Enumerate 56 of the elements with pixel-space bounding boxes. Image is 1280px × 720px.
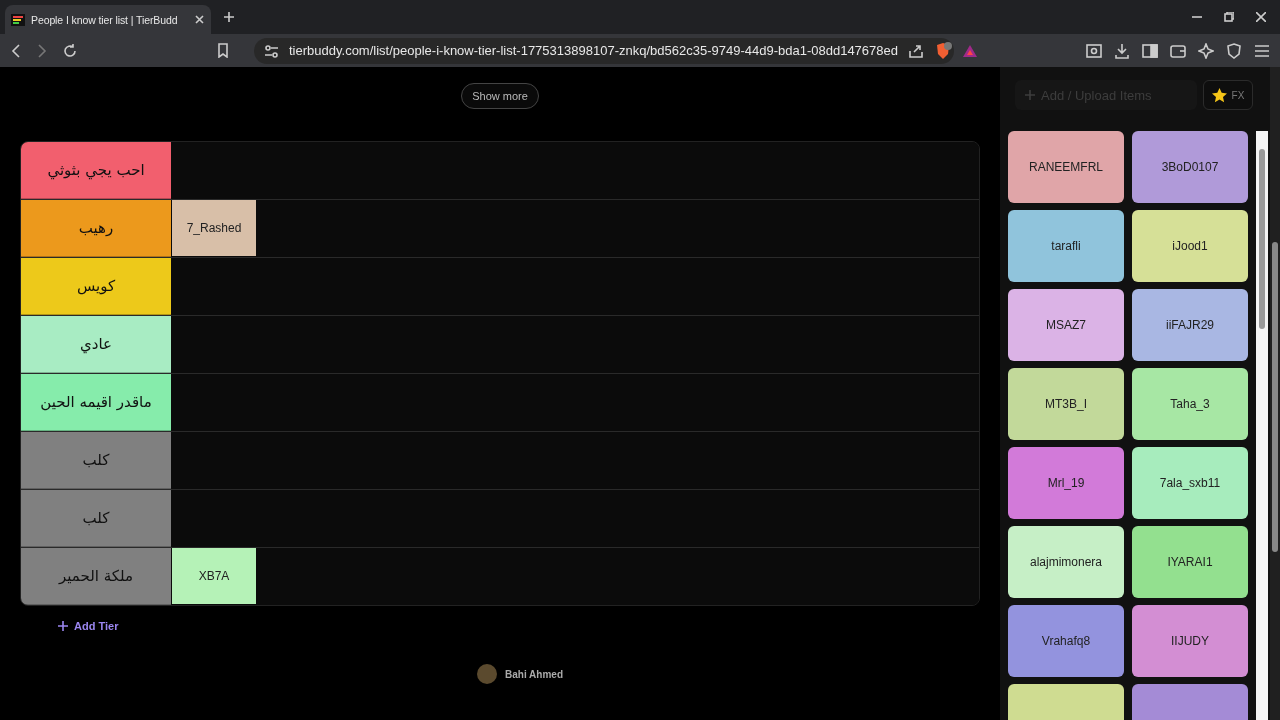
restore-icon[interactable] [1224, 12, 1234, 22]
star-icon [1211, 87, 1227, 103]
item-card[interactable]: IIJUDY [1132, 605, 1248, 677]
item-card[interactable]: XB7A [172, 548, 256, 604]
forward-icon[interactable] [36, 42, 48, 59]
item-card[interactable]: MT3B_I [1008, 368, 1124, 440]
tier-label: عادي [21, 316, 171, 373]
tier-label: ماقدر اقيمه الحين [21, 374, 171, 431]
item-card[interactable]: Vrahafq8 [1008, 605, 1124, 677]
avatar [477, 664, 497, 684]
site-settings-icon [264, 43, 279, 58]
item-card[interactable]: 7ala_sxb11 [1132, 447, 1248, 519]
tier-label: كلب [21, 490, 171, 547]
tier-label: كلب [21, 432, 171, 489]
tier-label: ملكة الحمير [21, 548, 171, 605]
back-icon[interactable] [10, 42, 22, 59]
item-card[interactable]: 3BoD0107 [1132, 131, 1248, 203]
triangle-icon[interactable] [962, 43, 978, 58]
item-card[interactable]: tarafli [1008, 210, 1124, 282]
plus-icon [1025, 90, 1035, 100]
sidebar-icon[interactable] [1142, 42, 1158, 59]
page-scrollbar[interactable] [1270, 67, 1280, 720]
fx-button[interactable]: FX [1203, 80, 1253, 110]
download-icon[interactable] [1114, 42, 1130, 59]
menu-icon[interactable] [1254, 42, 1270, 59]
close-icon[interactable] [1256, 12, 1266, 22]
wallet-icon[interactable] [1170, 42, 1186, 59]
browser-tab[interactable]: People I know tier list | TierBudd [5, 5, 211, 34]
item-card[interactable]: iJood1 [1132, 210, 1248, 282]
item-card[interactable]: iiFAJR29 [1132, 289, 1248, 361]
tier-label: رهيب [21, 200, 171, 257]
item-card[interactable]: 7_Rashed [172, 200, 256, 256]
close-icon[interactable] [194, 14, 205, 25]
page-search-icon[interactable] [1086, 42, 1102, 59]
tier-label: احب يجي بثوثي [21, 142, 171, 199]
author-name: Bahi Ahmed [505, 668, 563, 680]
new-tab-icon[interactable] [223, 10, 235, 23]
scrollbar[interactable] [1256, 131, 1268, 720]
item-card[interactable]: RANEEMFRL [1008, 131, 1124, 203]
plus-icon [58, 621, 68, 631]
bookmark-icon[interactable] [216, 43, 230, 58]
reload-icon[interactable] [62, 42, 78, 59]
lion-shield-icon[interactable] [934, 41, 952, 60]
item-card[interactable]: MSAZ7 [1008, 289, 1124, 361]
sparkle-icon[interactable] [1198, 42, 1214, 59]
share-icon[interactable] [908, 42, 924, 59]
show-more-button[interactable]: Show more [461, 83, 539, 109]
tab-title: People I know tier list | TierBudd [31, 13, 179, 26]
item-card[interactable]: IYARAI1 [1132, 526, 1248, 598]
item-card[interactable]: Mrl_19 [1008, 447, 1124, 519]
vpn-shield-icon[interactable] [1226, 42, 1242, 59]
add-tier-button[interactable]: Add Tier [58, 620, 119, 632]
tier-logo-icon [11, 13, 25, 26]
item-card[interactable]: alajmimonera [1008, 526, 1124, 598]
tier-label: كويس [21, 258, 171, 315]
item-card[interactable]: Taha_3 [1132, 368, 1248, 440]
